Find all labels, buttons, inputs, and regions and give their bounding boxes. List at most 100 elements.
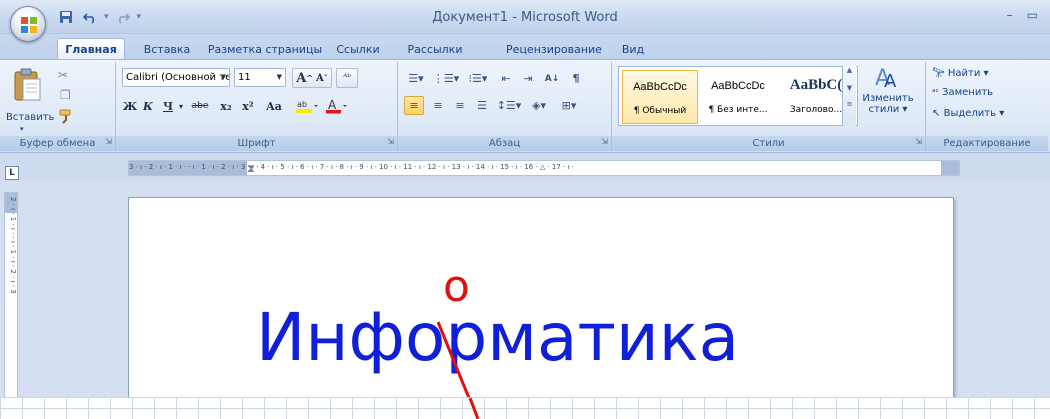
font-size-value: 11 — [238, 72, 251, 83]
sort-icon[interactable]: A↓ — [542, 69, 562, 88]
bullets-icon[interactable]: ☰▾ — [404, 69, 428, 88]
clipboard-launcher-icon[interactable]: ⇲ — [105, 134, 112, 149]
paragraph-label-text: Абзац — [488, 138, 521, 149]
replace-icon: ᵃᶜ — [932, 88, 939, 98]
tab-review[interactable]: Рецензирование — [496, 39, 612, 60]
office-button[interactable] — [10, 6, 46, 42]
style-no-spacing[interactable]: AaBbCcDc ¶ Без инте... — [700, 70, 776, 124]
shrink-font-label[interactable]: A — [316, 73, 324, 84]
chevron-down-icon: ▼ — [276, 73, 282, 81]
change-styles-icon: A A — [875, 66, 897, 92]
styles-group-label: Стили ⇲ — [612, 136, 925, 151]
binoculars-icon: 🔭︎ — [932, 68, 945, 79]
restore-button[interactable]: ▭ — [1027, 8, 1038, 22]
clear-formatting-icon[interactable]: ᴬᵇ — [336, 68, 358, 88]
grow-font-label[interactable]: A — [296, 71, 306, 86]
find-label: Найти ▾ — [947, 68, 989, 79]
ribbon-tabs: Главная Вставка Разметка страницы Ссылки… — [0, 34, 1050, 60]
font-group: Calibri (Основной те ▼ 11 ▼ A ^ A ˇ ᴬᵇ Ж… — [116, 62, 398, 151]
window-controls: – ▭ — [1007, 8, 1038, 22]
clipboard-group: Вставить ▾ ✂ ❐ Буфер обмена ⇲ — [0, 62, 116, 151]
cut-icon[interactable]: ✂ — [58, 68, 68, 82]
font-size-select[interactable]: 11 ▼ — [234, 68, 286, 87]
tab-view[interactable]: Вид — [618, 39, 648, 60]
title-bar: ▾ ▾ Документ1 - Microsoft Word – ▭ — [0, 0, 1050, 34]
increase-indent-icon[interactable]: ⇥ — [518, 69, 538, 88]
background-grid — [0, 397, 1050, 419]
numbering-icon[interactable]: ⋮☰▾ — [433, 69, 459, 88]
bold-button[interactable]: Ж — [122, 96, 138, 116]
svg-text:A: A — [884, 71, 897, 90]
change-styles-label-1: Изменить — [862, 93, 914, 104]
replace-button[interactable]: ᵃᶜ Заменить — [932, 87, 993, 98]
style-name: ¶ Обычный — [633, 106, 687, 116]
more-styles-icon[interactable]: ≡ — [843, 100, 856, 108]
paste-button-label[interactable]: Вставить — [6, 112, 54, 123]
align-center-icon[interactable]: ≡ — [428, 96, 448, 115]
vertical-ruler[interactable]: 2 · ı · 1 · ı · · ı · 1 · ı · 2 · ı · 3 — [4, 192, 18, 398]
paragraph-group-label: Абзац ⇲ — [398, 136, 611, 151]
font-name-value: Calibri (Основной те — [126, 72, 230, 83]
style-sample: AaBbCcDc — [711, 80, 765, 92]
multilevel-list-icon[interactable]: ⁝☰▾ — [464, 69, 492, 88]
select-button[interactable]: ↖ Выделить ▾ — [932, 108, 1004, 119]
editing-label-text: Редактирование — [943, 138, 1031, 149]
change-styles-button[interactable]: A A Изменить стили ▾ — [860, 64, 916, 134]
chevron-down-icon[interactable]: ▼ — [843, 84, 856, 92]
style-normal[interactable]: AaBbCcDc ¶ Обычный — [622, 70, 698, 124]
tab-home[interactable]: Главная — [57, 38, 125, 60]
font-label-text: Шрифт — [237, 138, 276, 149]
chevron-down-icon: ▼ — [220, 73, 226, 81]
subscript-button[interactable]: x₂ — [216, 96, 236, 116]
show-marks-icon[interactable]: ¶ — [566, 69, 586, 88]
svg-text:A: A — [328, 98, 337, 112]
font-launcher-icon[interactable]: ⇲ — [387, 134, 394, 149]
tab-selector-button[interactable]: L — [5, 166, 19, 180]
styles-gallery-scroll[interactable]: ▲ ▼ ≡ — [842, 66, 856, 126]
borders-icon[interactable]: ⊞▾ — [556, 96, 582, 115]
grow-shrink-font-buttons[interactable]: A ^ A ˇ — [292, 68, 332, 88]
document-page[interactable]: о Информатика — [128, 197, 954, 399]
select-label: Выделить ▾ — [943, 108, 1005, 119]
style-sample: AaBbCcDc — [633, 81, 687, 93]
change-styles-label-2: стили ▾ — [868, 104, 908, 115]
superscript-button[interactable]: x² — [238, 96, 258, 116]
copy-icon[interactable]: ❐ — [60, 88, 71, 102]
tab-mailings[interactable]: Рассылки — [390, 39, 480, 60]
minimize-button[interactable]: – — [1007, 8, 1013, 22]
paste-icon[interactable] — [12, 68, 42, 102]
chevron-up-icon[interactable]: ▲ — [843, 66, 856, 74]
styles-launcher-icon[interactable]: ⇲ — [915, 134, 922, 149]
align-right-icon[interactable]: ≡ — [450, 96, 470, 115]
justify-icon[interactable]: ☰ — [472, 96, 492, 115]
change-case-button[interactable]: Aa — [262, 96, 286, 116]
italic-button[interactable]: К — [140, 96, 156, 116]
highlight-color-icon[interactable]: ab — [294, 96, 320, 116]
editing-group: 🔭︎ Найти ▾ ᵃᶜ Заменить ↖ Выделить ▾ Реда… — [926, 62, 1048, 151]
editing-group-label: Редактирование — [926, 136, 1048, 151]
shading-icon[interactable]: ◈▾ — [526, 96, 552, 115]
paragraph-launcher-icon[interactable]: ⇲ — [601, 134, 608, 149]
indent-marker-icon[interactable]: ⧗ — [247, 162, 255, 176]
strikethrough-button[interactable]: abe — [188, 96, 212, 116]
styles-gallery: AaBbCcDc ¶ Обычный AaBbCcDc ¶ Без инте..… — [618, 66, 858, 126]
tab-insert[interactable]: Вставка — [136, 39, 198, 60]
font-name-select[interactable]: Calibri (Основной те ▼ — [122, 68, 230, 87]
clipboard-label-text: Буфер обмена — [19, 138, 96, 149]
align-left-icon[interactable]: ≡ — [404, 96, 424, 115]
styles-label-text: Стили — [752, 138, 785, 149]
underline-button[interactable]: Ч — [160, 96, 176, 116]
tab-references[interactable]: Ссылки — [330, 39, 386, 60]
style-name: ¶ Без инте... — [708, 105, 768, 115]
underline-dropdown-icon[interactable]: ▾ — [176, 96, 186, 116]
tab-page-layout[interactable]: Разметка страницы — [205, 39, 325, 60]
font-color-icon[interactable]: A — [324, 96, 350, 116]
format-painter-icon[interactable] — [58, 108, 74, 124]
decrease-indent-icon[interactable]: ⇤ — [496, 69, 516, 88]
paste-dropdown-icon[interactable]: ▾ — [20, 125, 24, 133]
line-spacing-icon[interactable]: ↕☰▾ — [496, 96, 522, 115]
replace-label: Заменить — [942, 87, 994, 98]
find-button[interactable]: 🔭︎ Найти ▾ — [932, 68, 989, 79]
window-title: Документ1 - Microsoft Word — [432, 10, 618, 25]
font-group-label: Шрифт ⇲ — [116, 136, 397, 151]
